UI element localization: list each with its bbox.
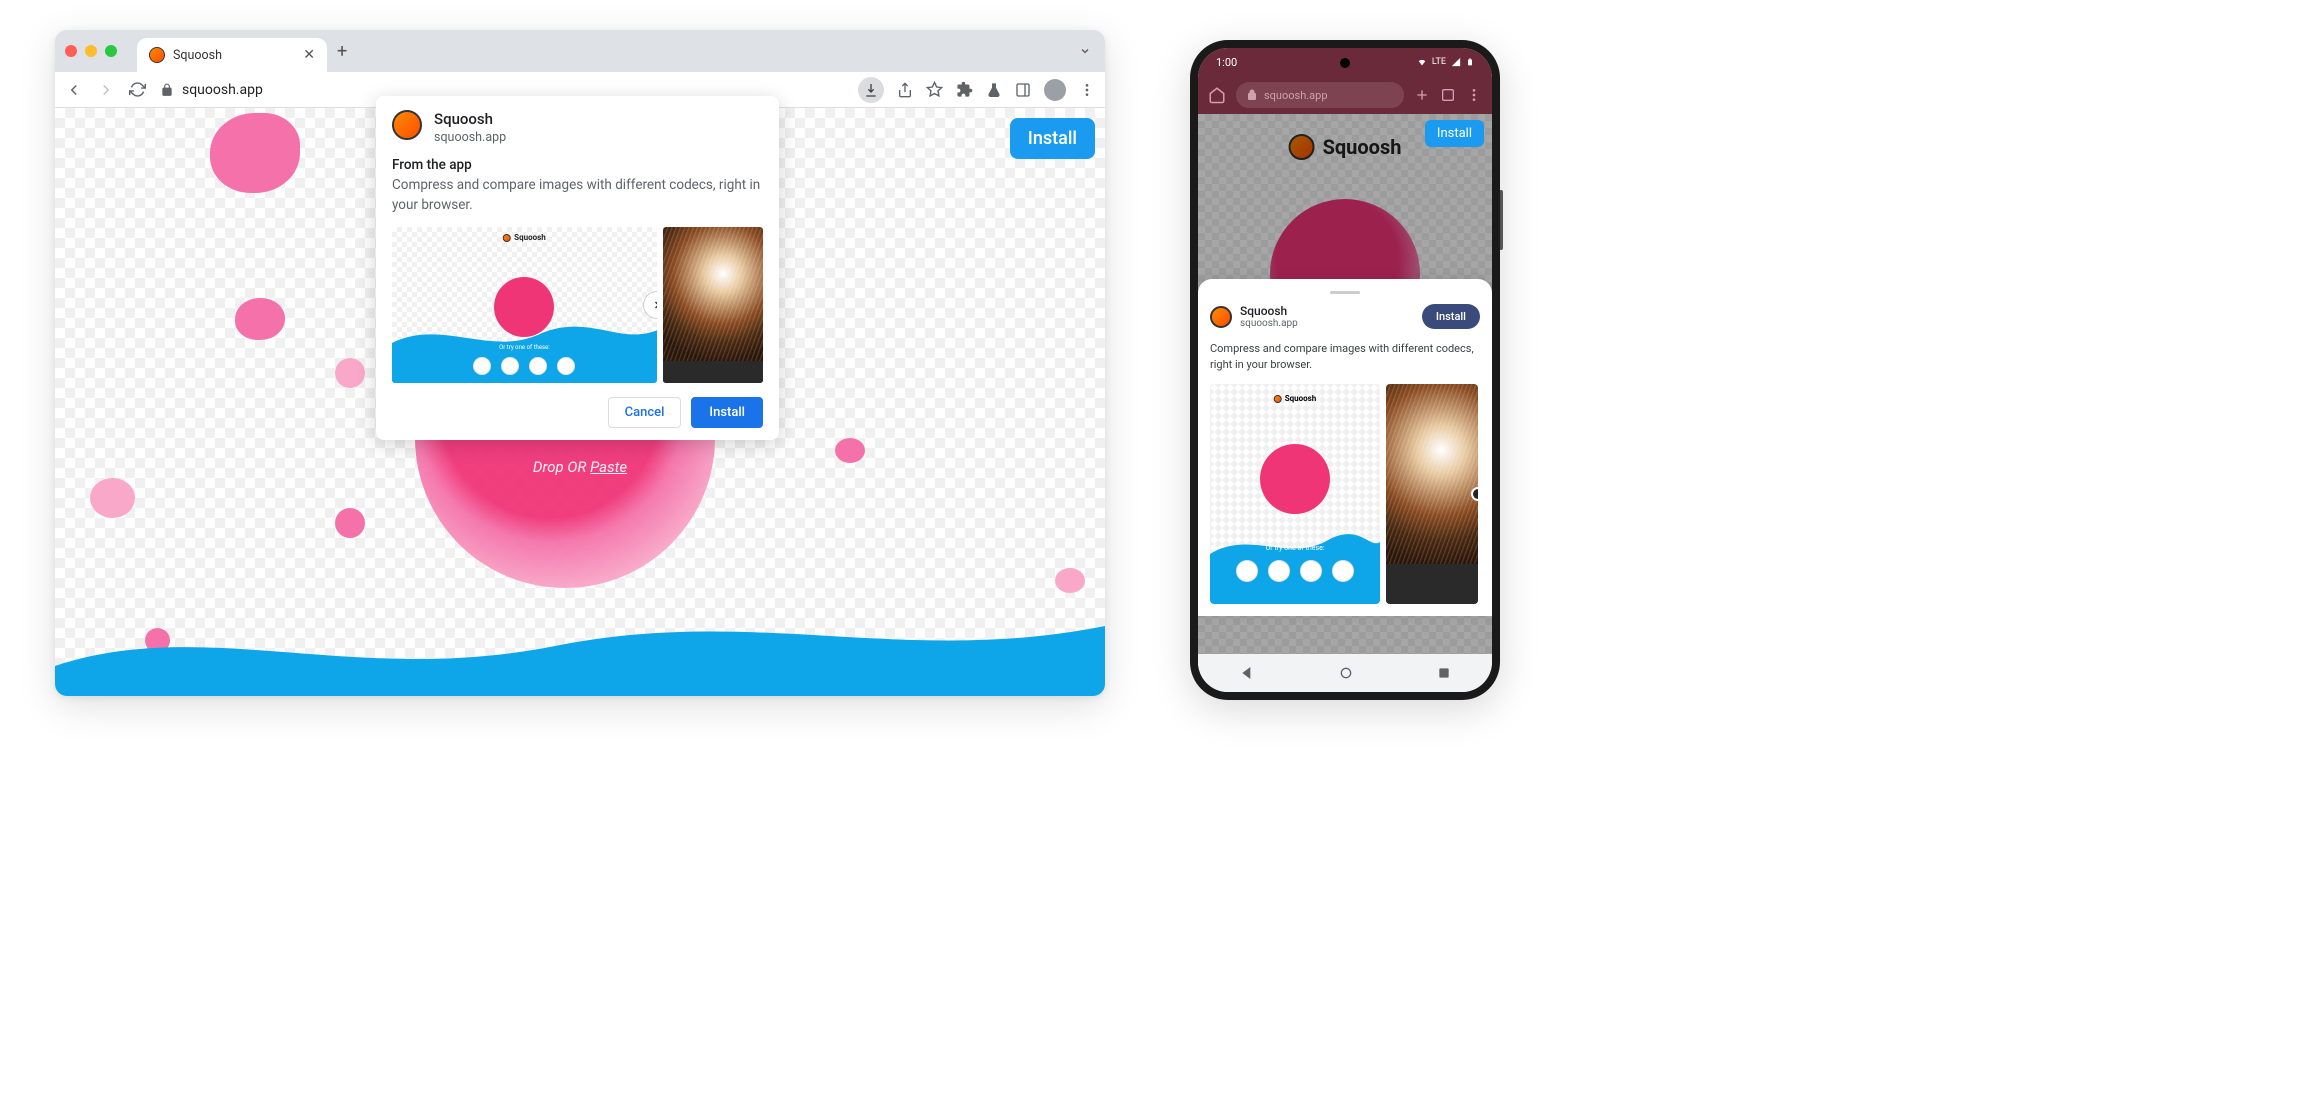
sheet-install-button[interactable]: Install	[1422, 304, 1480, 329]
menu-icon[interactable]	[1466, 87, 1482, 103]
wifi-icon	[1416, 57, 1428, 67]
new-tab-icon[interactable]	[1414, 87, 1430, 103]
compare-slider-icon	[1471, 487, 1478, 501]
decorative-blob	[335, 508, 365, 538]
camera-icon	[1340, 58, 1350, 68]
sheet-screenshots: Squoosh Or try one of these:	[1210, 384, 1480, 604]
decorative-blob	[835, 438, 865, 463]
url-text: squoosh.app	[182, 82, 263, 98]
toolbar-right	[858, 77, 1095, 103]
sheet-handle[interactable]	[1330, 291, 1360, 294]
nav-home-icon[interactable]	[1338, 665, 1354, 681]
nav-recents-icon[interactable]	[1437, 666, 1451, 680]
mobile-screenshot-2[interactable]	[1386, 384, 1478, 604]
tab-title: Squoosh	[173, 48, 295, 63]
labs-icon[interactable]	[986, 82, 1002, 98]
share-icon[interactable]	[897, 82, 913, 98]
new-tab-button[interactable]: +	[337, 41, 347, 62]
sheet-subtitle: squoosh.app	[1240, 318, 1414, 329]
mobile-address-bar[interactable]: squoosh.app	[1236, 82, 1404, 108]
sheet-title: Squoosh	[1240, 304, 1414, 318]
install-app-icon[interactable]	[858, 77, 884, 103]
screenshot-logo-text: Squoosh	[514, 233, 546, 242]
decorative-blob	[235, 298, 285, 340]
tabs-chevron-icon[interactable]	[1075, 41, 1095, 61]
page-install-button[interactable]: Install	[1010, 118, 1095, 159]
sidepanel-icon[interactable]	[1015, 82, 1031, 98]
maximize-window-icon[interactable]	[105, 45, 117, 57]
power-button	[1500, 190, 1503, 250]
lock-icon	[160, 83, 174, 97]
wave-decoration	[55, 606, 1105, 696]
drop-hint-or: OR	[567, 458, 590, 476]
screenshot-2[interactable]	[663, 227, 763, 383]
close-tab-icon[interactable]: ✕	[303, 47, 315, 63]
back-button[interactable]	[65, 81, 83, 99]
tab-favicon-icon	[149, 47, 165, 63]
status-network: LTE	[1432, 57, 1446, 67]
paste-link[interactable]: Paste	[590, 458, 627, 476]
signal-icon	[1450, 57, 1462, 67]
tabs-icon[interactable]	[1440, 87, 1456, 103]
star-icon[interactable]	[926, 81, 943, 98]
android-nav-bar	[1198, 654, 1492, 692]
status-time: 1:00	[1216, 56, 1237, 69]
dialog-description: Compress and compare images with differe…	[392, 176, 763, 215]
browser-tab[interactable]: Squoosh ✕	[137, 38, 327, 72]
battery-icon	[1466, 56, 1474, 68]
mobile-browser-toolbar: squoosh.app	[1198, 76, 1492, 114]
titlebar: Squoosh ✕ +	[55, 30, 1105, 72]
install-dialog: Squoosh squoosh.app From the app Compres…	[376, 96, 779, 440]
forward-button[interactable]	[97, 81, 115, 99]
decorative-blob	[335, 358, 365, 388]
mobile-page-content: Squoosh Install Squoosh squoosh.app Inst…	[1198, 114, 1492, 654]
mobile-url-text: squoosh.app	[1264, 89, 1328, 102]
desktop-browser-window: Squoosh ✕ + squoosh.app	[55, 30, 1105, 696]
drop-hint-text: Drop	[533, 458, 568, 476]
mobile-screen: 1:00 LTE squoosh.app Squoosh Instal	[1198, 48, 1492, 692]
sheet-app-icon	[1210, 306, 1232, 328]
decorative-blob	[90, 478, 135, 518]
mobile-device-frame: 1:00 LTE squoosh.app Squoosh Instal	[1190, 40, 1500, 700]
minimize-window-icon[interactable]	[85, 45, 97, 57]
screenshot-try-text: Or try one of these:	[499, 344, 550, 351]
mobile-screenshot-try-text: Or try one of these:	[1265, 544, 1324, 552]
mobile-page-install-button[interactable]: Install	[1425, 120, 1484, 147]
install-button[interactable]: Install	[691, 397, 763, 428]
decorative-blob	[210, 113, 300, 193]
dialog-title: Squoosh	[434, 110, 506, 128]
reload-button[interactable]	[129, 81, 146, 98]
dialog-screenshots: Squoosh Or try one of these:	[392, 227, 763, 383]
install-bottom-sheet: Squoosh squoosh.app Install Compress and…	[1198, 279, 1492, 616]
decorative-blob	[1055, 568, 1085, 593]
mobile-screenshot-logo-text: Squoosh	[1285, 394, 1317, 403]
cancel-button[interactable]: Cancel	[608, 397, 682, 428]
dialog-app-icon	[392, 110, 422, 140]
window-controls	[65, 45, 117, 57]
lock-icon	[1246, 89, 1258, 101]
screenshot-1[interactable]: Squoosh Or try one of these:	[392, 227, 657, 383]
extensions-icon[interactable]	[956, 81, 973, 98]
dialog-from-label: From the app	[392, 157, 763, 173]
nav-back-icon[interactable]	[1239, 665, 1255, 681]
menu-icon[interactable]	[1079, 82, 1095, 98]
drop-hint: Drop OR Paste	[533, 458, 627, 476]
profile-avatar[interactable]	[1044, 79, 1066, 101]
close-window-icon[interactable]	[65, 45, 77, 57]
sheet-description: Compress and compare images with differe…	[1210, 341, 1480, 372]
dialog-subtitle: squoosh.app	[434, 130, 506, 145]
home-icon[interactable]	[1208, 86, 1226, 104]
mobile-screenshot-1[interactable]: Squoosh Or try one of these:	[1210, 384, 1380, 604]
